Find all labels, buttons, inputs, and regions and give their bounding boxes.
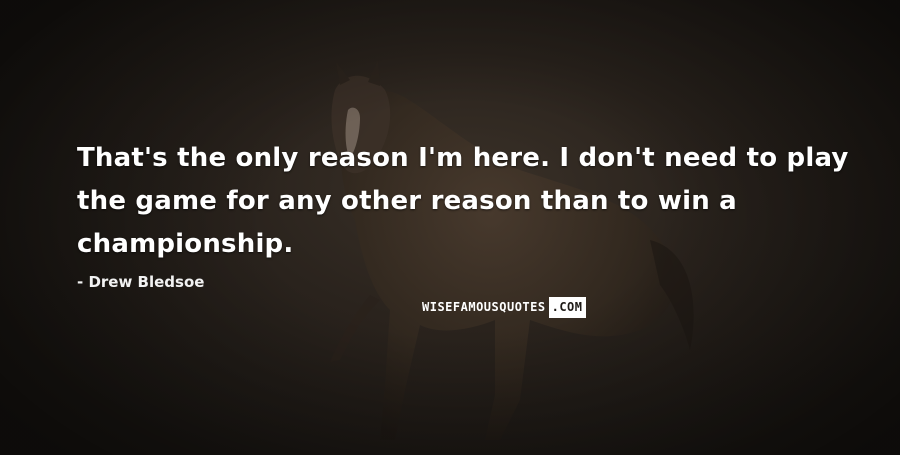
watermark-part2: .COM <box>548 297 586 318</box>
quote-card: That's the only reason I'm here. I don't… <box>0 0 900 455</box>
watermark-part1: WISEFAMOUSQUOTES <box>422 300 546 314</box>
site-watermark-logo: WISEFAMOUSQUOTES .COM <box>420 297 586 318</box>
quote-text: That's the only reason I'm here. I don't… <box>77 143 849 259</box>
quote-author: - Drew Bledsoe <box>77 273 205 291</box>
